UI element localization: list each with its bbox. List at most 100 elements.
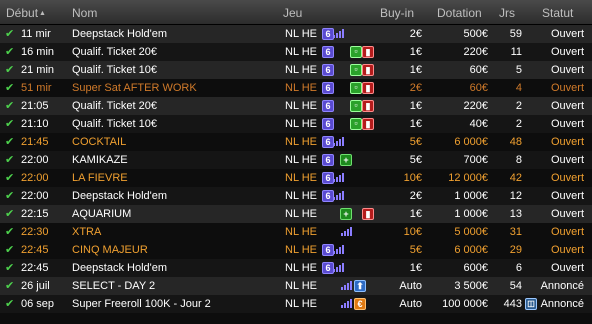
game-type: NL HE — [285, 28, 317, 40]
buy-in: 1€ — [409, 46, 422, 58]
player-count: 8 — [515, 154, 522, 166]
start-time: 21:45 — [21, 136, 49, 148]
buy-in: 5€ — [409, 244, 422, 256]
table-row[interactable]: ✔ 22:00 LA FIEVRE NL HE 6 10€ 12 000€ 42 Ouvert — [0, 169, 592, 187]
start-time: 22:45 — [21, 244, 49, 256]
tournament-list: ✔ 11 mir Deepstack Hold'em NL HE 6 2€ 500€ 59 Ou… — [0, 25, 592, 313]
game-type: NL HE — [285, 208, 317, 220]
checkmark-icon: ✔ — [5, 154, 15, 166]
ticket-icon: ▮ — [362, 118, 374, 130]
table-row[interactable]: ✔ 22:00 Deepstack Hold'em NL HE 6 2€ 1 000€ 12 O… — [0, 187, 592, 205]
tournament-name: CINQ MAJEUR — [72, 244, 148, 256]
prize-pool: 60€ — [469, 82, 488, 94]
col-jrs[interactable]: Jrs — [499, 6, 515, 20]
table-row[interactable]: ✔ 21:10 Qualif. Ticket 10€ NL HE 6 ▫ ▮ 1€ 40€ 2 Ou… — [0, 115, 592, 133]
prize-pool: 1 000€ — [454, 208, 488, 220]
table-row[interactable]: ✔ 11 mir Deepstack Hold'em NL HE 6 2€ 500€ 59 Ou… — [0, 25, 592, 43]
checkmark-icon: ✔ — [5, 226, 15, 238]
status-text: Annoncé — [540, 298, 584, 310]
table-row[interactable]: ✔ 21:45 COCKTAIL NL HE 6 5€ 6 000€ 48 Ouvert — [0, 133, 592, 151]
game-type: NL HE — [285, 82, 317, 94]
speed-bars-icon — [340, 226, 352, 237]
start-time: 22:00 — [21, 154, 49, 166]
table-row[interactable]: ✔ 51 mir Super Sat AFTER WORK NL HE 6 ▫ ▮ 2€ 60€… — [0, 79, 592, 97]
tournament-name: XTRA — [72, 226, 102, 238]
table-row[interactable]: ✔ 21 min Qualif. Ticket 10€ NL HE 6 ▫ ▮ 1€ 60€ 5 O… — [0, 61, 592, 79]
buy-in: Auto — [399, 280, 422, 292]
col-buyin[interactable]: Buy-in — [380, 6, 414, 20]
table-row[interactable]: ✔ 22:15 AQUARIUM NL HE + ▮ 1€ 1 000€ 13 Ouvert — [0, 205, 592, 223]
checkmark-icon: ✔ — [5, 82, 15, 94]
table-row[interactable]: ✔ 22:30 XTRA NL HE 10€ 5 000€ 31 Ouvert — [0, 223, 592, 241]
ticket-icon: ▮ — [362, 82, 374, 94]
prize-pool: 600€ — [463, 262, 488, 274]
satellite-icon: ▫ — [350, 118, 362, 130]
tournament-name: Qualif. Ticket 20€ — [72, 100, 157, 112]
status-text: Ouvert — [550, 244, 584, 256]
satellite-icon: ▫ — [350, 46, 362, 58]
prize-pool: 700€ — [463, 154, 488, 166]
col-nom[interactable]: Nom — [72, 6, 97, 20]
status-text: Ouvert — [550, 46, 584, 58]
game-type: NL HE — [285, 298, 317, 310]
six-handed-icon: 6 — [322, 46, 334, 58]
speed-bars-icon — [340, 280, 352, 291]
game-type: NL HE — [285, 280, 317, 292]
tournament-name: Deepstack Hold'em — [72, 190, 168, 202]
player-count: 54 — [509, 280, 522, 292]
buy-in: 5€ — [409, 136, 422, 148]
col-dotation[interactable]: Dotation — [437, 6, 482, 20]
plus-icon: + — [340, 154, 352, 166]
table-row[interactable]: ✔ 22:00 KAMIKAZE NL HE 6 +5€ 700€ 8 Ouvert — [0, 151, 592, 169]
plus-icon: + — [340, 208, 352, 220]
player-count: 4 — [515, 82, 522, 94]
speed-bars-icon — [332, 190, 344, 201]
table-row[interactable]: ✔ 21:05 Qualif. Ticket 20€ NL HE 6 ▫ ▮ 1€ 220€ 2 O… — [0, 97, 592, 115]
player-count: 13 — [509, 208, 522, 220]
col-jeu[interactable]: Jeu — [283, 6, 302, 20]
col-statut[interactable]: Statut — [542, 6, 573, 20]
game-type: NL HE — [285, 46, 317, 58]
tournament-name: Deepstack Hold'em — [72, 262, 168, 274]
buy-in: 10€ — [403, 226, 422, 238]
checkmark-icon: ✔ — [5, 190, 15, 202]
table-row[interactable]: ✔ 22:45 Deepstack Hold'em NL HE 6 1€ 600€ 6 Ouve… — [0, 259, 592, 277]
ticket-icon: ▮ — [362, 64, 374, 76]
start-time: 22:00 — [21, 190, 49, 202]
prize-pool: 500€ — [463, 28, 488, 40]
game-type: NL HE — [285, 226, 317, 238]
buy-in: 1€ — [409, 64, 422, 76]
table-row[interactable]: ✔ 22:45 CINQ MAJEUR NL HE 6 5€ 6 000€ 29 Ouvert — [0, 241, 592, 259]
table-row[interactable]: ✔ 26 juil SELECT - DAY 2 NL HE ⬆ Auto 3 500€ 54… — [0, 277, 592, 295]
status-text: Ouvert — [550, 118, 584, 130]
tournament-name: Qualif. Ticket 20€ — [72, 46, 157, 58]
checkmark-icon: ✔ — [5, 208, 15, 220]
checkmark-icon: ✔ — [5, 64, 15, 76]
prize-pool: 40€ — [469, 118, 488, 130]
speed-bars-icon — [332, 136, 344, 147]
col-debut[interactable]: Début▲ — [6, 6, 46, 20]
checkmark-icon: ✔ — [5, 46, 15, 58]
six-handed-icon: 6 — [322, 82, 334, 94]
game-type: NL HE — [285, 244, 317, 256]
start-time: 22:00 — [21, 172, 49, 184]
player-count: 2 — [515, 100, 522, 112]
buy-in: 2€ — [409, 190, 422, 202]
buy-in: 1€ — [409, 100, 422, 112]
status-text: Ouvert — [550, 208, 584, 220]
six-handed-icon: 6 — [322, 64, 334, 76]
start-time: 22:45 — [21, 262, 49, 274]
checkmark-icon: ✔ — [5, 244, 15, 256]
tournament-name: COCKTAIL — [72, 136, 127, 148]
table-row[interactable]: ✔ 16 min Qualif. Ticket 20€ NL HE 6 ▫ ▮ 1€ 220€ 1… — [0, 43, 592, 61]
prize-pool: 3 500€ — [454, 280, 488, 292]
speed-bars-icon — [332, 172, 344, 183]
table-row[interactable]: ✔ 06 sep Super Freeroll 100K - Jour 2 NL HE… — [0, 295, 592, 313]
start-time: 06 sep — [21, 298, 55, 310]
status-text: Ouvert — [550, 226, 584, 238]
status-text: Ouvert — [550, 190, 584, 202]
euro-icon: € — [354, 298, 366, 310]
game-type: NL HE — [285, 118, 317, 130]
satellite-icon: ▫ — [350, 100, 362, 112]
checkmark-icon: ✔ — [5, 118, 15, 130]
